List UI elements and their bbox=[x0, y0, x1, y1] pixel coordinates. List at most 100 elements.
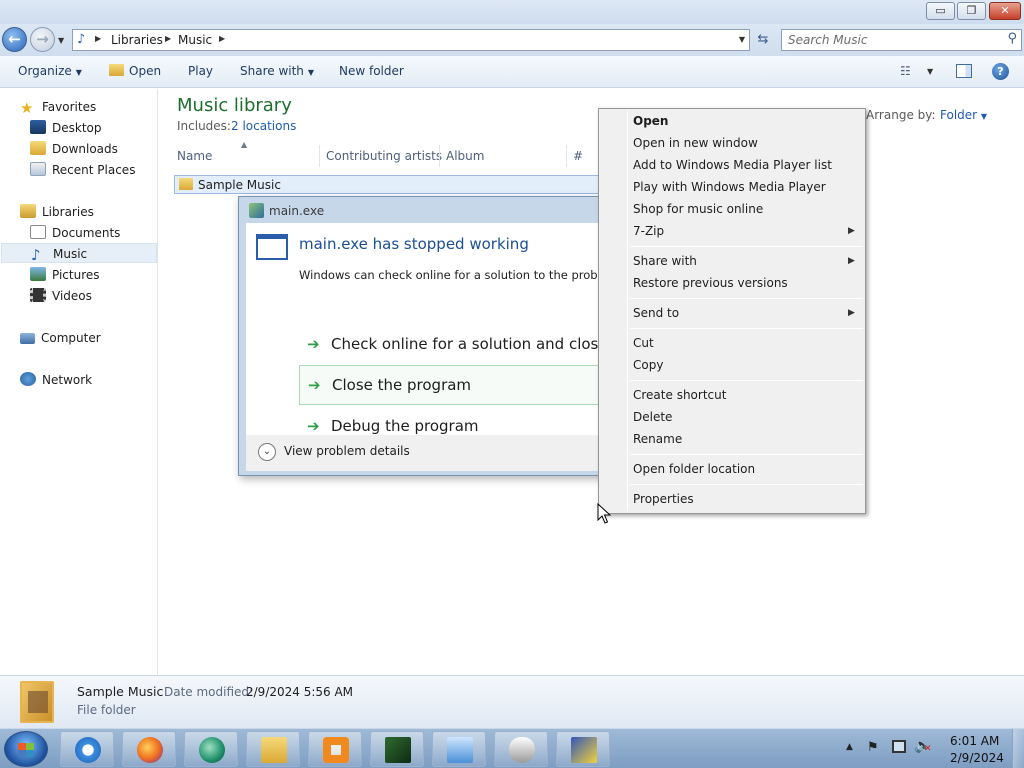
menu-item-rename[interactable]: Rename bbox=[633, 432, 682, 446]
taskbar-internet-explorer[interactable] bbox=[60, 731, 114, 767]
taskbar-security-tool[interactable] bbox=[556, 731, 610, 767]
library-locations-link[interactable]: 2 locations bbox=[231, 119, 296, 133]
address-bar[interactable]: ♪ ▶ Libraries ▶ Music ▶ ▼ bbox=[72, 29, 750, 51]
nav-documents[interactable]: Documents bbox=[30, 223, 120, 243]
check-online-option[interactable]: ➔ Check online for a solution and close t… bbox=[299, 325, 629, 365]
submenu-arrow-icon: ▶ bbox=[848, 226, 855, 236]
show-hidden-icons-icon[interactable]: ▲ bbox=[846, 742, 853, 752]
nav-libraries[interactable]: Libraries bbox=[20, 202, 94, 222]
music-note-icon: ♪ bbox=[77, 32, 86, 47]
dialog-footer: ⌄ View problem details bbox=[246, 435, 617, 471]
show-desktop-button[interactable] bbox=[1012, 729, 1024, 768]
taskbar-app-green[interactable] bbox=[184, 731, 238, 767]
forward-button[interactable]: → bbox=[30, 27, 55, 52]
libraries-icon bbox=[20, 204, 36, 218]
menu-item-7zip[interactable]: 7-Zip bbox=[633, 224, 664, 238]
column-divider[interactable] bbox=[319, 145, 320, 167]
play-button[interactable]: Play bbox=[188, 64, 213, 78]
recent-pages-dropdown[interactable]: ▼ bbox=[58, 36, 64, 45]
menu-item-open-new-window[interactable]: Open in new window bbox=[633, 136, 758, 150]
maximize-button[interactable]: ❐ bbox=[957, 2, 986, 20]
network-status-icon[interactable] bbox=[892, 740, 906, 753]
minimize-button[interactable]: ▭ bbox=[926, 2, 955, 20]
chevron-down-icon: ▼ bbox=[307, 68, 315, 77]
preview-pane-icon[interactable] bbox=[956, 64, 972, 78]
pictures-icon bbox=[30, 267, 46, 281]
refresh-button[interactable]: ⇆ bbox=[752, 29, 774, 51]
taskbar-system-monitor[interactable] bbox=[370, 731, 424, 767]
details-item-type: File folder bbox=[77, 703, 136, 717]
chevron-down-icon[interactable]: ▼ bbox=[927, 67, 933, 76]
menu-item-open-folder-location[interactable]: Open folder location bbox=[633, 462, 755, 476]
nav-computer[interactable]: Computer bbox=[20, 328, 101, 348]
expand-chevron-icon[interactable]: ⌄ bbox=[258, 443, 276, 461]
menu-item-play-wmp[interactable]: Play with Windows Media Player bbox=[633, 180, 826, 194]
menu-item-open[interactable]: Open bbox=[633, 114, 668, 128]
search-icon[interactable]: ⚲ bbox=[1007, 31, 1017, 46]
media-player-icon bbox=[323, 737, 349, 763]
new-folder-button[interactable]: New folder bbox=[339, 64, 404, 78]
organize-button[interactable]: Organize ▼ bbox=[18, 64, 82, 78]
chevron-right-icon[interactable]: ▶ bbox=[95, 34, 101, 43]
close-icon: ✕ bbox=[1000, 4, 1010, 17]
menu-item-shop-music[interactable]: Shop for music online bbox=[633, 202, 763, 216]
views-icon[interactable]: ☷ bbox=[900, 64, 911, 78]
menu-item-delete[interactable]: Delete bbox=[633, 410, 672, 424]
column-divider[interactable] bbox=[439, 145, 440, 167]
share-with-button[interactable]: Share with ▼ bbox=[240, 64, 314, 78]
start-button[interactable] bbox=[4, 731, 48, 767]
arrange-by-label: Arrange by: bbox=[866, 108, 936, 122]
address-dropdown-icon[interactable]: ▼ bbox=[739, 35, 745, 44]
menu-item-restore-versions[interactable]: Restore previous versions bbox=[633, 276, 788, 290]
clock-date[interactable]: 2/9/2024 bbox=[950, 751, 1004, 765]
menu-item-copy[interactable]: Copy bbox=[633, 358, 663, 372]
taskbar-firefox[interactable] bbox=[122, 731, 176, 767]
organize-label: Organize bbox=[18, 64, 72, 78]
search-input[interactable] bbox=[788, 33, 998, 47]
nav-downloads[interactable]: Downloads bbox=[30, 139, 118, 159]
nav-pictures[interactable]: Pictures bbox=[30, 265, 100, 285]
nav-favorites[interactable]: ★ Favorites bbox=[20, 97, 96, 117]
nav-label: Recent Places bbox=[52, 163, 136, 177]
help-icon[interactable]: ? bbox=[992, 63, 1009, 80]
nav-recent-places[interactable]: Recent Places bbox=[30, 160, 135, 180]
menu-item-properties[interactable]: Properties bbox=[633, 492, 694, 506]
menu-item-share-with[interactable]: Share with bbox=[633, 254, 697, 268]
taskbar-media-player[interactable] bbox=[308, 731, 362, 767]
nav-desktop[interactable]: Desktop bbox=[30, 118, 102, 138]
breadcrumb-libraries[interactable]: Libraries bbox=[111, 33, 163, 47]
clock-time[interactable]: 6:01 AM bbox=[950, 734, 999, 748]
nav-label: Music bbox=[53, 247, 88, 261]
column-header-number[interactable]: # bbox=[573, 149, 583, 163]
column-divider[interactable] bbox=[566, 145, 567, 167]
menu-item-create-shortcut[interactable]: Create shortcut bbox=[633, 388, 726, 402]
command-bar: Organize ▼ Open Play Share with ▼ New fold… bbox=[0, 56, 1024, 88]
nav-videos[interactable]: Videos bbox=[30, 286, 92, 306]
window-titlebar: ▭ ❐ ✕ bbox=[0, 0, 1024, 24]
menu-separator bbox=[630, 454, 863, 455]
back-button[interactable]: ← bbox=[2, 27, 27, 52]
taskbar-mouse-settings[interactable] bbox=[494, 731, 548, 767]
chevron-right-icon[interactable]: ▶ bbox=[165, 34, 171, 43]
chevron-right-icon[interactable]: ▶ bbox=[219, 34, 225, 43]
action-center-flag-icon[interactable]: ⚑ bbox=[867, 740, 879, 755]
column-header-artists[interactable]: Contributing artists bbox=[326, 149, 442, 163]
arrange-by-dropdown[interactable]: Folder ▼ bbox=[940, 108, 987, 122]
taskbar-control-panel[interactable] bbox=[432, 731, 486, 767]
column-header-name[interactable]: Name bbox=[177, 149, 212, 163]
taskbar-file-explorer[interactable] bbox=[246, 731, 300, 767]
search-box[interactable]: ⚲ bbox=[781, 29, 1022, 51]
menu-item-add-wmp-list[interactable]: Add to Windows Media Player list bbox=[633, 158, 832, 172]
nav-music[interactable]: ♪ Music bbox=[1, 243, 157, 263]
menu-item-cut[interactable]: Cut bbox=[633, 336, 654, 350]
file-row[interactable]: Sample Music bbox=[174, 175, 614, 194]
dialog-message: Windows can check online for a solution … bbox=[299, 268, 623, 282]
nav-network[interactable]: Network bbox=[20, 370, 92, 390]
column-header-album[interactable]: Album bbox=[446, 149, 484, 163]
view-problem-details-link[interactable]: View problem details bbox=[284, 444, 410, 458]
breadcrumb-music[interactable]: Music bbox=[178, 33, 212, 47]
menu-item-send-to[interactable]: Send to bbox=[633, 306, 679, 320]
close-button[interactable]: ✕ bbox=[989, 2, 1021, 20]
close-program-option[interactable]: ➔ Close the program bbox=[299, 365, 629, 405]
open-button[interactable]: Open bbox=[109, 64, 161, 78]
